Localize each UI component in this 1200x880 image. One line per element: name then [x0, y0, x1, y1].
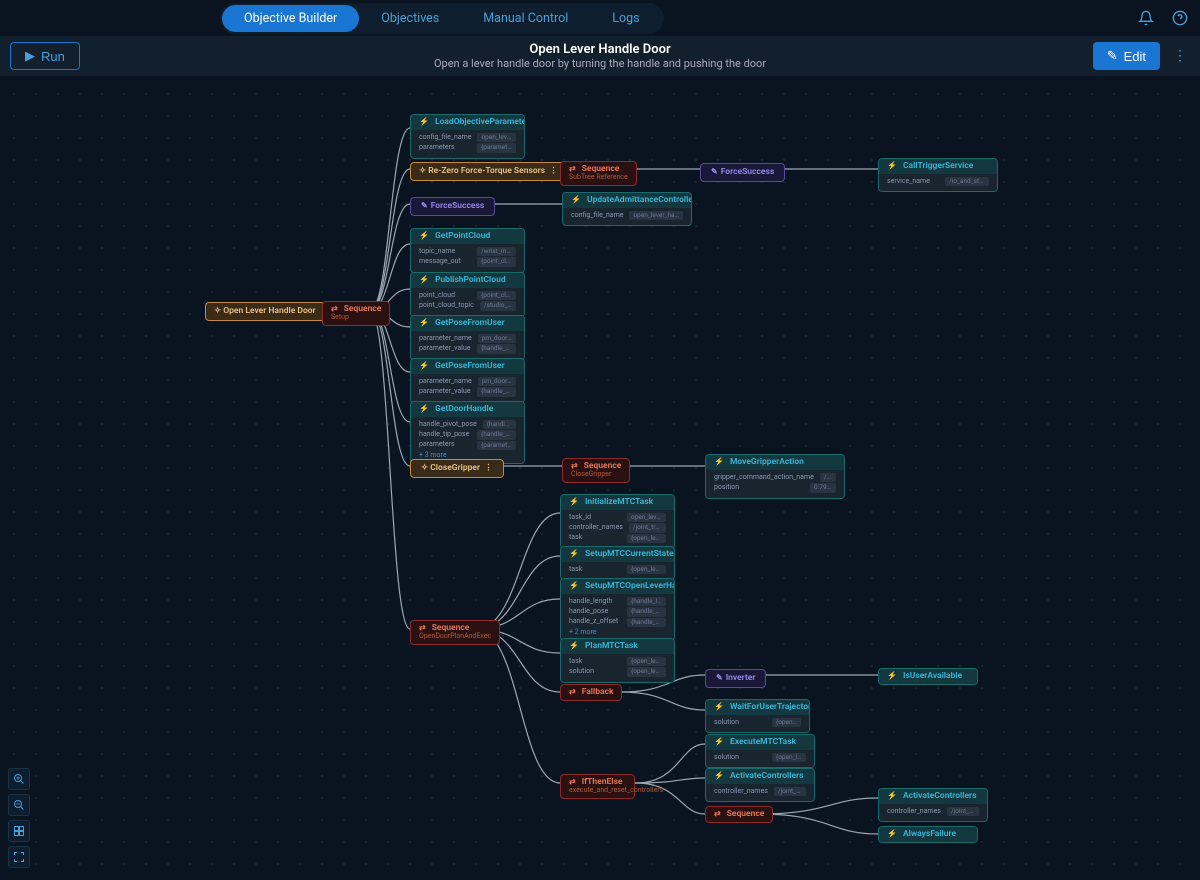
- node-activate-controllers-1[interactable]: ActivateControllers controller_names/joi…: [705, 768, 815, 802]
- node-rezero-sequence[interactable]: Sequence SubTree Reference: [560, 161, 637, 186]
- node-call-trigger-service[interactable]: CallTriggerService service_name/io_and_s…: [878, 158, 998, 192]
- node-setup-mtc-current-state[interactable]: SetupMTCCurrentState task{open_lever_han…: [560, 546, 675, 580]
- seq-sub: Setup: [331, 314, 381, 322]
- node-rezero-ft-sensors[interactable]: ✧ Re-Zero Force-Torque Sensors ⋮: [410, 162, 567, 181]
- node-get-point-cloud[interactable]: GetPointCloud topic_name/wrist_mounted_c…: [410, 228, 525, 273]
- node-get-door-handle[interactable]: GetDoorHandle handle_pivot_pose{handle_p…: [410, 401, 525, 464]
- node-root[interactable]: ✧ Open Lever Handle Door: [205, 302, 325, 321]
- tab-objective-builder[interactable]: Objective Builder: [222, 5, 359, 32]
- tab-manual-control[interactable]: Manual Control: [461, 5, 590, 32]
- page-title: Open Lever Handle Door: [434, 42, 766, 57]
- node-publish-point-cloud[interactable]: PublishPointCloud point_cloud{point_clou…: [410, 272, 525, 317]
- run-button[interactable]: ▶ Run: [10, 42, 80, 70]
- node-update-admittance-controller[interactable]: UpdateAdmittanceController config_file_n…: [562, 192, 692, 226]
- node-inverter[interactable]: Inverter: [705, 669, 766, 688]
- edit-label: Edit: [1124, 49, 1146, 64]
- node-always-failure[interactable]: AlwaysFailure: [878, 826, 978, 843]
- node-get-pose-from-user-1[interactable]: GetPoseFromUser parameter_namepm_door_ha…: [410, 315, 525, 360]
- edit-button[interactable]: ✎ Edit: [1093, 42, 1160, 70]
- page-subtitle: Open a lever handle door by turning the …: [434, 57, 766, 70]
- node-move-gripper-action[interactable]: MoveGripperAction gripper_command_action…: [705, 454, 845, 499]
- title-block: Open Lever Handle Door Open a lever hand…: [434, 42, 766, 70]
- node-wait-for-user-trajectory-approval[interactable]: WaitForUserTrajectoryApproval solution{o…: [705, 699, 810, 733]
- objective-header: ▶ Run Open Lever Handle Door Open a leve…: [0, 36, 1200, 76]
- tab-group: Objective Builder Objectives Manual Cont…: [220, 3, 664, 34]
- tab-logs[interactable]: Logs: [590, 5, 661, 32]
- node-close-gripper-sequence[interactable]: Sequence CloseGripper: [562, 458, 630, 483]
- zoom-in-button[interactable]: [8, 768, 30, 790]
- node-forcesuccess-1[interactable]: ForceSuccess: [700, 163, 785, 182]
- pencil-icon: ✎: [1107, 48, 1118, 64]
- node-main-sequence[interactable]: Sequence Setup: [322, 301, 390, 326]
- node-if-then-else[interactable]: IfThenElse execute_and_reset_controllers: [560, 774, 635, 799]
- node-load-objective-parameters[interactable]: LoadObjectiveParameters config_file_name…: [410, 114, 525, 159]
- seq-label: Sequence: [344, 305, 382, 314]
- help-icon[interactable]: [1170, 8, 1190, 28]
- fullscreen-button[interactable]: [8, 846, 30, 868]
- node-fallback[interactable]: Fallback: [560, 684, 622, 701]
- node-inner-sequence[interactable]: Sequence: [705, 806, 773, 823]
- node-activate-controllers-2[interactable]: ActivateControllers controller_names/joi…: [878, 788, 988, 822]
- node-close-gripper[interactable]: ✧ CloseGripper ⋮: [410, 459, 504, 478]
- node-seq-opendoor[interactable]: Sequence OpenDoorPlanAndExec: [410, 620, 500, 645]
- node-forcesuccess-2[interactable]: ForceSuccess: [410, 197, 495, 216]
- top-nav: Objective Builder Objectives Manual Cont…: [0, 0, 1200, 36]
- root-label: Open Lever Handle Door: [223, 306, 315, 316]
- node-setup-mtc-open-lever-handle-door[interactable]: SetupMTCOpenLeverHandleDoor handle_lengt…: [560, 578, 675, 641]
- node-get-pose-from-user-2[interactable]: GetPoseFromUser parameter_namepm_door_ha…: [410, 358, 525, 403]
- bell-icon[interactable]: [1136, 8, 1156, 28]
- zoom-out-button[interactable]: [8, 794, 30, 816]
- tab-objectives[interactable]: Objectives: [359, 5, 461, 32]
- behavior-tree-canvas[interactable]: ✧ Open Lever Handle Door Sequence Setup …: [0, 76, 1200, 880]
- grid-button[interactable]: [8, 820, 30, 842]
- run-label: Run: [41, 49, 65, 64]
- more-icon[interactable]: ⋮: [1170, 46, 1190, 66]
- node-is-user-available[interactable]: IsUserAvailable: [878, 668, 978, 685]
- tool-palette: [8, 768, 30, 868]
- node-initialize-mtc-task[interactable]: InitializeMTCTask task_idopen_lever_hand…: [560, 494, 675, 549]
- play-icon: ▶: [25, 48, 35, 64]
- node-execute-mtc-task[interactable]: ExecuteMTCTask solution{open_lever_handl…: [705, 734, 815, 768]
- more-link[interactable]: + 2 more: [569, 628, 666, 637]
- node-plan-mtc-task[interactable]: PlanMTCTask task{open_lever_handle_door_…: [560, 638, 675, 683]
